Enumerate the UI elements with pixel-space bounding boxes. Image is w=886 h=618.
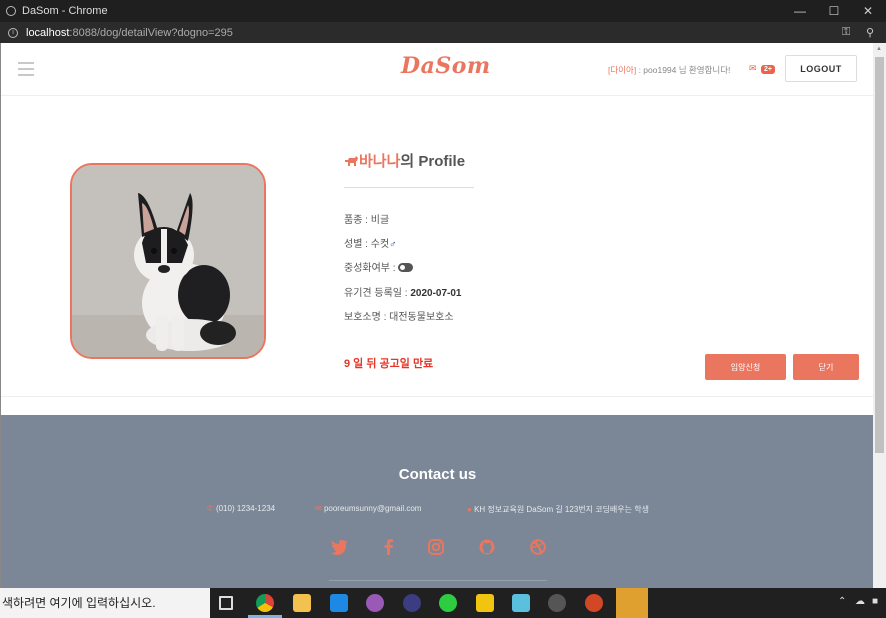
field-gender: 성별 : 수컷♂ (344, 235, 397, 250)
scroll-up-icon[interactable]: ▲ (876, 46, 883, 53)
title-suffix-ko: 의 (400, 153, 415, 170)
field-neutered: 중성화여부 : (344, 259, 414, 274)
contact-phone-text: (010) 1234-1234 (215, 504, 276, 513)
chrome-favicon-icon (6, 6, 16, 16)
contact-title: Contact us (398, 466, 477, 483)
sql-icon[interactable] (403, 594, 421, 612)
github-icon[interactable] (477, 539, 497, 557)
footer-divider (329, 580, 547, 581)
field-shelter: 보호소명 : 대전동물보호소 (344, 308, 454, 323)
eclipse-icon[interactable] (366, 594, 384, 612)
field-neutered-label: 중성화여부 : (344, 263, 399, 274)
network-icon[interactable]: ■ (872, 596, 878, 607)
site-logo[interactable]: DaSom (401, 53, 491, 79)
twitter-icon[interactable] (329, 539, 349, 557)
dog-icon (345, 156, 358, 166)
logout-button[interactable]: LOGOUT (785, 55, 857, 82)
section-divider (1, 396, 873, 397)
address-bar[interactable]: i localhost:8088/dog/detailView?dogno=29… (0, 22, 886, 43)
tray-chevron-icon[interactable]: ⌃ (838, 596, 846, 607)
field-breed-label: 품종 : (344, 215, 371, 226)
url-path: :8088/dog/detailView?dogno=295 (69, 26, 233, 39)
dog-name: 바나나 (359, 153, 401, 170)
field-shelter-label: 보호소명 : (344, 312, 390, 323)
expire-notice: 9 일 뒤 공고일 만료 (344, 358, 434, 370)
maximize-icon[interactable]: ☐ (817, 0, 851, 22)
field-registered-label: 유기견 등록일 : (344, 288, 411, 299)
url-host: localhost (26, 26, 70, 39)
contact-address-text: KH 정보교육원 DaSom 길 123번지 코딩배우는 학생 (474, 505, 649, 514)
field-gender-label: 성별 : (344, 239, 371, 250)
member-grade: [다이아] (608, 65, 637, 75)
title-suffix-en: Profile (418, 153, 466, 170)
onedrive-icon[interactable]: ☁ (855, 596, 865, 607)
key-icon[interactable]: ⚿ (842, 26, 850, 39)
site-info-icon[interactable]: i (8, 27, 18, 38)
minimize-icon[interactable]: — (783, 0, 817, 22)
envelope-icon: ✉ (315, 504, 322, 513)
close-button[interactable]: 닫기 (793, 354, 859, 380)
facebook-icon[interactable] (378, 539, 398, 557)
calendar-icon[interactable] (330, 594, 348, 612)
powerpoint-icon[interactable] (585, 594, 603, 612)
scrollbar-thumb[interactable] (875, 57, 884, 453)
hamburger-menu-icon[interactable] (18, 62, 34, 76)
window-titlebar: DaSom - Chrome — ☐ ✕ (0, 0, 886, 22)
footer: Contact us ✆ (010) 1234-1234 ✉ pooreumsu… (1, 415, 873, 588)
mail-icon[interactable]: ✉ (749, 63, 757, 74)
zoom-icon[interactable]: ⚲ (866, 26, 874, 39)
profile-divider (344, 187, 474, 188)
settings-gear-icon[interactable] (548, 594, 566, 612)
dribbble-icon[interactable] (528, 539, 548, 557)
welcome-message: : poo1994 님 환영합니다! (638, 65, 731, 75)
contact-phone: ✆ (010) 1234-1234 (207, 504, 275, 513)
page-scrollbar[interactable]: ▲ (873, 43, 886, 588)
window-title: DaSom - Chrome (22, 5, 108, 17)
male-icon: ♂ (389, 239, 397, 250)
contact-email[interactable]: ✉ pooreumsunny@gmail.com (315, 504, 421, 513)
toggle-on-icon (398, 263, 414, 272)
contact-address: ● KH 정보교육원 DaSom 길 123번지 코딩배우는 학생 (467, 504, 649, 515)
field-shelter-value: 대전동물보호소 (389, 312, 454, 323)
message-count-badge[interactable]: 2+ (761, 65, 775, 74)
field-breed-value: 비글 (370, 215, 390, 226)
green-app-icon[interactable] (439, 594, 457, 612)
field-registered: 유기견 등록일 : 2020-07-01 (344, 284, 461, 299)
field-gender-value: 수컷 (370, 239, 390, 250)
profile-title: 바나나의 Profile (344, 150, 465, 171)
phone-icon: ✆ (207, 504, 214, 513)
taskbar-search-input[interactable]: 색하려면 여기에 입력하십시오. (0, 588, 210, 618)
map-marker-icon: ● (467, 505, 472, 514)
field-registered-value: 2020-07-01 (410, 288, 462, 299)
kakaotalk-icon[interactable] (616, 588, 648, 618)
sticky-notes-icon[interactable] (476, 594, 494, 612)
task-view-icon[interactable] (219, 596, 233, 610)
dog-photo (70, 163, 266, 359)
welcome-text: [다이아] : poo1994 님 환영합니다! (608, 64, 730, 76)
file-explorer-icon[interactable] (293, 594, 311, 612)
chrome-icon[interactable] (256, 594, 274, 612)
navbar: DaSom [다이아] : poo1994 님 환영합니다! ✉ 2+ LOGO… (1, 43, 873, 96)
adopt-button[interactable]: 입양신청 (705, 354, 786, 380)
field-breed: 품종 : 비글 (344, 211, 389, 226)
instagram-icon[interactable] (426, 539, 446, 557)
page-content: DaSom [다이아] : poo1994 님 환영합니다! ✉ 2+ LOGO… (0, 43, 873, 588)
close-icon[interactable]: ✕ (851, 0, 885, 22)
contact-email-text: pooreumsunny@gmail.com (323, 504, 422, 513)
media-player-icon[interactable] (512, 594, 530, 612)
windows-taskbar: 색하려면 여기에 입력하십시오. ⌃ ☁ ■ (0, 588, 886, 618)
